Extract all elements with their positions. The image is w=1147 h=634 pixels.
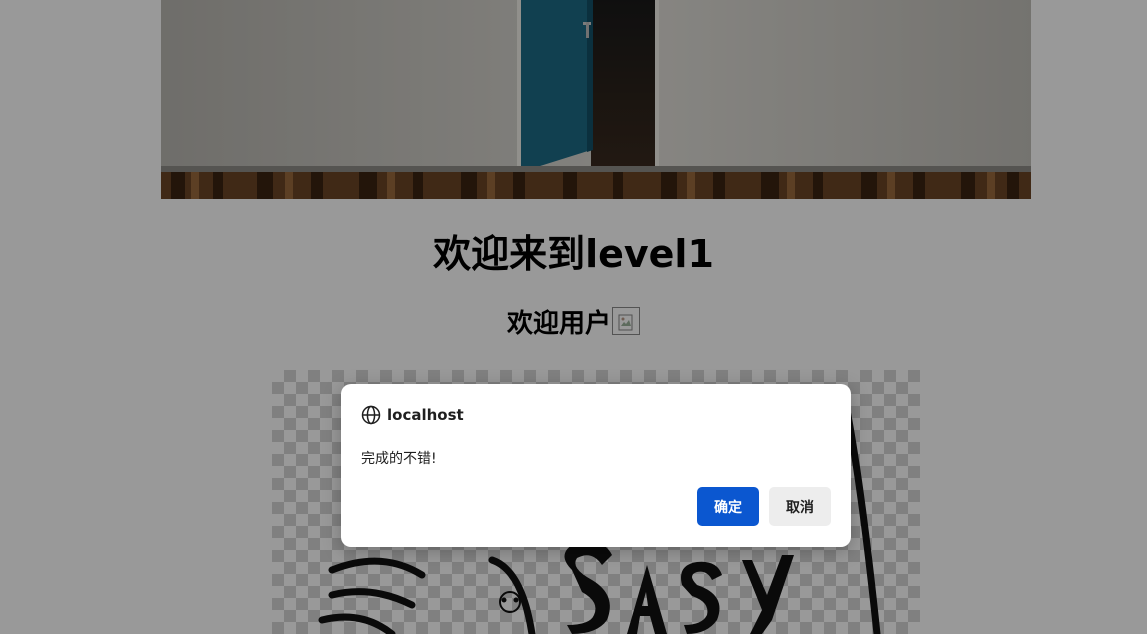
alert-dialog: localhost 完成的不错! 确定 取消 — [341, 384, 851, 547]
dialog-origin: localhost — [387, 406, 464, 424]
cancel-button[interactable]: 取消 — [769, 487, 831, 526]
ok-button[interactable]: 确定 — [697, 487, 759, 526]
page: 欢迎来到level1 欢迎用户 localhost 完成的不错! 确定 取消 — [0, 0, 1147, 634]
dialog-message: 完成的不错! — [361, 451, 437, 467]
dialog-header: localhost — [361, 404, 464, 426]
globe-icon — [361, 405, 381, 425]
